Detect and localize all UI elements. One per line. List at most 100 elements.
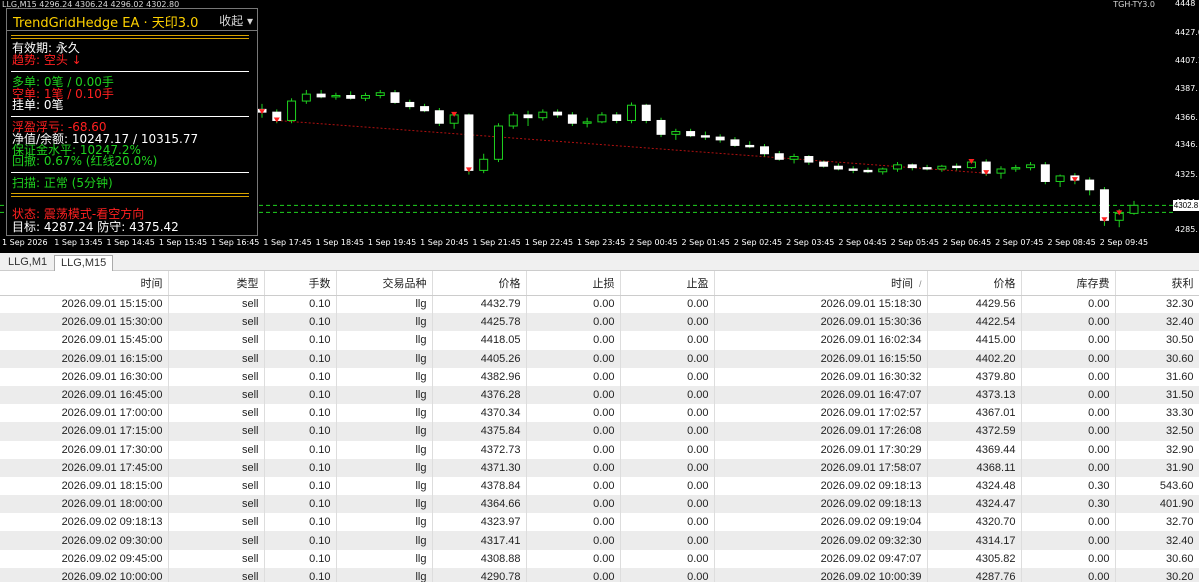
table-cell: 0.00: [1021, 385, 1116, 405]
table-cell: 4425.78: [432, 313, 527, 332]
table-row[interactable]: 2026.09.01 17:30:00 sell 0.10 llg 4372.73 0.0…: [0, 440, 1199, 459]
table-cell: 2026.09.01 17:45:00: [0, 458, 169, 477]
candle: [567, 112, 577, 127]
candle: [553, 109, 563, 118]
trade-history-table[interactable]: 时间 类型 手数 交易品种 价格 止损 止盈 时间 / 价格 库存费 获利 2026.09.01 15…: [0, 271, 1199, 582]
table-cell: 0.10: [264, 349, 337, 368]
column-header[interactable]: 类型: [168, 271, 265, 296]
table-row[interactable]: 2026.09.01 18:00:00 sell 0.10 llg 4364.66 0.0…: [0, 495, 1199, 514]
table-cell: 4323.97: [432, 513, 527, 532]
table-cell: 4372.73: [432, 440, 527, 459]
candle: [346, 91, 356, 100]
column-header[interactable]: 时间: [0, 271, 169, 296]
table-cell: 2026.09.01 16:45:00: [0, 385, 169, 405]
column-header[interactable]: 止损: [526, 271, 621, 296]
table-row[interactable]: 2026.09.01 15:45:00 sell 0.10 llg 4418.05 0.0…: [0, 331, 1199, 350]
candle: [360, 92, 370, 102]
table-cell: 4379.80: [927, 367, 1022, 386]
table-cell: 0.00: [620, 549, 715, 568]
table-cell: 32.90: [1115, 440, 1199, 459]
candle: [641, 103, 651, 124]
table-cell: 4308.88: [432, 549, 527, 568]
ea-info-panel: TrendGridHedge EA · 天印3.0 收起 ▾ 有效期: 永久 趋…: [6, 8, 258, 236]
candle-body-bear: [907, 164, 917, 169]
collapse-button[interactable]: 收起 ▾: [219, 12, 253, 29]
table-row[interactable]: 2026.09.02 09:30:00 sell 0.10 llg 4317.41 0.0…: [0, 531, 1199, 550]
candle-body-bear: [952, 165, 962, 169]
table-row[interactable]: 2026.09.01 16:15:00 sell 0.10 llg 4405.26 0.0…: [0, 349, 1199, 368]
table-cell: 4324.47: [927, 495, 1022, 514]
table-cell: sell: [168, 513, 265, 532]
candle: [612, 112, 622, 124]
column-header[interactable]: 库存费: [1021, 271, 1116, 296]
table-row[interactable]: 2026.09.01 18:15:00 sell 0.10 llg 4378.84 0.0…: [0, 476, 1199, 496]
chevron-down-icon: ▾: [246, 14, 253, 28]
table-cell: 4372.59: [927, 422, 1022, 441]
table-cell: 32.30: [1115, 295, 1199, 314]
table-cell: 2026.09.01 18:15:00: [0, 476, 169, 496]
candle: [893, 162, 903, 172]
table-row[interactable]: 2026.09.01 17:45:00 sell 0.10 llg 4371.30 0.0…: [0, 458, 1199, 477]
table-cell: 2026.09.01 17:26:08: [714, 422, 928, 441]
table-cell: 4367.01: [927, 404, 1022, 423]
table-cell: 31.50: [1115, 385, 1199, 405]
table-row[interactable]: 2026.09.02 09:45:00 sell 0.10 llg 4308.88 0.0…: [0, 549, 1199, 568]
table-row[interactable]: 2026.09.01 17:00:00 sell 0.10 llg 4370.34 0.0…: [0, 404, 1199, 423]
table-row[interactable]: 2026.09.01 15:15:00 sell 0.10 llg 4432.79 0.0…: [0, 295, 1199, 314]
table-cell: 4369.44: [927, 440, 1022, 459]
candle-body-bear: [848, 168, 858, 171]
tab-llg-m1[interactable]: LLG,M1: [2, 255, 53, 271]
table-cell: 0.00: [1021, 531, 1116, 550]
candle-body-bull: [375, 92, 385, 97]
table-cell: 2026.09.01 15:30:00: [0, 313, 169, 332]
table-cell: 2026.09.02 09:18:13: [714, 476, 928, 496]
tab-llg-m15[interactable]: LLG,M15: [54, 255, 114, 271]
table-cell: 0.00: [1021, 440, 1116, 459]
table-cell: 0.00: [1021, 349, 1116, 368]
table-cell: 0.00: [620, 367, 715, 386]
table-cell: 2026.09.01 17:30:00: [0, 440, 169, 459]
table-cell: sell: [168, 458, 265, 477]
candle: [907, 163, 917, 171]
table-cell: sell: [168, 440, 265, 459]
candle-body-bear: [833, 165, 843, 170]
table-row[interactable]: 2026.09.01 16:30:00 sell 0.10 llg 4382.96 0.0…: [0, 367, 1199, 386]
column-header[interactable]: 手数: [264, 271, 337, 296]
table-cell: 2026.09.02 09:32:30: [714, 531, 928, 550]
table-cell: 0.00: [526, 295, 621, 314]
candle-body-bear: [316, 93, 326, 98]
candle-body-bull: [937, 165, 947, 170]
column-header[interactable]: 止盈: [620, 271, 715, 296]
table-cell: 4371.30: [432, 458, 527, 477]
candle: [819, 160, 829, 168]
candle-body-bear: [1040, 164, 1050, 182]
candle: [626, 102, 636, 124]
candle: [656, 117, 666, 138]
candle: [375, 89, 385, 99]
table-row[interactable]: 2026.09.01 17:15:00 sell 0.10 llg 4375.84 0.0…: [0, 422, 1199, 441]
table-cell: 4422.54: [927, 313, 1022, 332]
table-cell: 2026.09.02 09:30:00: [0, 531, 169, 550]
candle: [715, 134, 725, 143]
time-axis[interactable]: 1 Sep 2026 1 Sep 13:45 1 Sep 14:45 1 Sep 15…: [0, 234, 1160, 252]
table-row[interactable]: 2026.09.01 16:45:00 sell 0.10 llg 4376.28 0.0…: [0, 385, 1199, 405]
table-cell: 0.00: [526, 367, 621, 386]
table-cell: 4287.76: [927, 567, 1022, 582]
table-cell: 2026.09.02 09:18:13: [0, 513, 169, 532]
candle: [420, 103, 430, 113]
table-body: 2026.09.01 15:15:00 sell 0.10 llg 4432.79 0.0…: [0, 295, 1199, 582]
price-chart[interactable]: LLG,M15 4296.24 4306.24 4296.02 4302.80 …: [0, 0, 1199, 253]
column-header[interactable]: 价格: [432, 271, 527, 296]
column-header[interactable]: 交易品种: [336, 271, 433, 296]
table-row[interactable]: 2026.09.01 15:30:00 sell 0.10 llg 4425.78 0.0…: [0, 313, 1199, 332]
table-cell: 2026.09.01 15:45:00: [0, 331, 169, 350]
time-tick-label: 1 Sep 22:45: [524, 238, 574, 247]
table-row[interactable]: 2026.09.02 09:18:13 sell 0.10 llg 4323.97 0.0…: [0, 513, 1199, 532]
price-axis[interactable]: 44484427.04407.14387.4366.4346.4325.4304…: [1173, 0, 1199, 253]
column-header[interactable]: 获利: [1115, 271, 1199, 296]
table-row[interactable]: 2026.09.02 10:00:00 sell 0.10 llg 4290.78 0.0…: [0, 567, 1199, 582]
candle: [301, 89, 311, 104]
column-header[interactable]: 价格: [927, 271, 1022, 296]
table-cell: 4375.84: [432, 422, 527, 441]
column-header[interactable]: 时间 /: [714, 271, 928, 296]
